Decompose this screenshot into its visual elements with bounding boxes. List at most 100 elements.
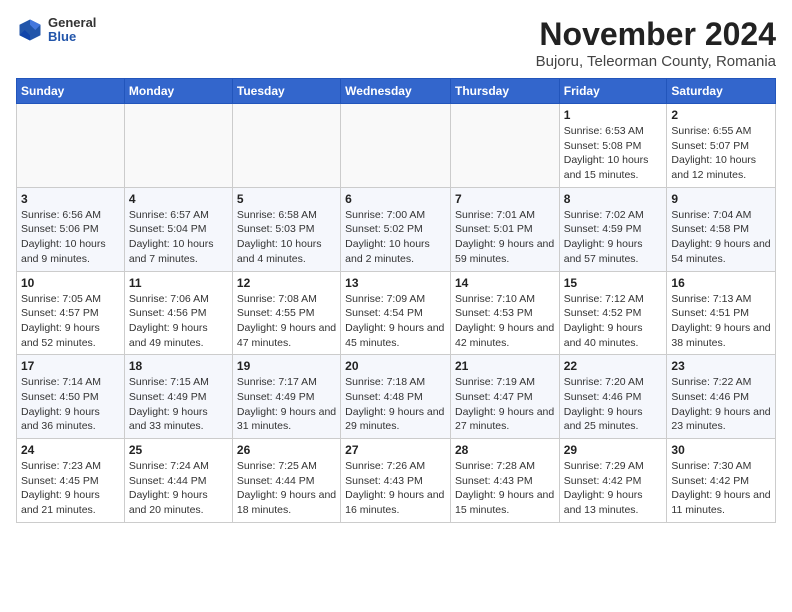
calendar-cell (450, 104, 559, 188)
calendar-cell: 6Sunrise: 7:00 AMSunset: 5:02 PMDaylight… (341, 187, 451, 271)
day-number: 25 (129, 443, 228, 457)
day-info: Sunrise: 6:56 AMSunset: 5:06 PMDaylight:… (21, 208, 120, 267)
calendar-cell: 1 Sunrise: 6:53 AMSunset: 5:08 PMDaylight… (559, 104, 667, 188)
day-number: 18 (129, 359, 228, 373)
day-number: 27 (345, 443, 446, 457)
day-info: Sunrise: 7:28 AMSunset: 4:43 PMDaylight:… (455, 459, 555, 518)
calendar-cell: 23 Sunrise: 7:22 AMSunset: 4:46 PMDayligh… (667, 355, 776, 439)
calendar-cell: 30 Sunrise: 7:30 AMSunset: 4:42 PMDayligh… (667, 439, 776, 523)
day-number: 5 (237, 192, 336, 206)
weekday-header-wednesday: Wednesday (341, 79, 451, 104)
day-info: Sunrise: 6:58 AMSunset: 5:03 PMDaylight:… (237, 208, 336, 267)
calendar-cell: 15 Sunrise: 7:12 AMSunset: 4:52 PMDayligh… (559, 271, 667, 355)
day-number: 3 (21, 192, 120, 206)
day-number: 15 (564, 276, 663, 290)
day-number: 10 (21, 276, 120, 290)
calendar-cell (124, 104, 232, 188)
day-info: Sunrise: 7:08 AMSunset: 4:55 PMDaylight:… (237, 292, 336, 351)
day-info: Sunrise: 7:23 AMSunset: 4:45 PMDaylight:… (21, 459, 120, 518)
day-info: Sunrise: 7:26 AMSunset: 4:43 PMDaylight:… (345, 459, 446, 518)
day-number: 4 (129, 192, 228, 206)
day-number: 28 (455, 443, 555, 457)
day-number: 30 (671, 443, 771, 457)
day-number: 20 (345, 359, 446, 373)
day-number: 16 (671, 276, 771, 290)
day-info: Sunrise: 6:57 AMSunset: 5:04 PMDaylight:… (129, 208, 228, 267)
day-info: Sunrise: 7:17 AMSunset: 4:49 PMDaylight:… (237, 375, 336, 434)
calendar-cell: 10 Sunrise: 7:05 AMSunset: 4:57 PMDayligh… (17, 271, 125, 355)
calendar-cell: 22Sunrise: 7:20 AMSunset: 4:46 PMDayligh… (559, 355, 667, 439)
weekday-header-monday: Monday (124, 79, 232, 104)
day-info: Sunrise: 7:18 AMSunset: 4:48 PMDaylight:… (345, 375, 446, 434)
day-number: 1 (564, 108, 663, 122)
day-info: Sunrise: 7:05 AMSunset: 4:57 PMDaylight:… (21, 292, 120, 351)
day-info: Sunrise: 7:24 AMSunset: 4:44 PMDaylight:… (129, 459, 228, 518)
day-number: 21 (455, 359, 555, 373)
weekday-header-row: SundayMondayTuesdayWednesdayThursdayFrid… (17, 79, 776, 104)
page-header: General Blue November 2024 Bujoru, Teleo… (16, 16, 776, 70)
calendar-week-5: 24 Sunrise: 7:23 AMSunset: 4:45 PMDayligh… (17, 439, 776, 523)
calendar-header: SundayMondayTuesdayWednesdayThursdayFrid… (17, 79, 776, 104)
day-info: Sunrise: 7:01 AMSunset: 5:01 PMDaylight:… (455, 208, 555, 267)
calendar-week-2: 3 Sunrise: 6:56 AMSunset: 5:06 PMDaylight… (17, 187, 776, 271)
day-number: 12 (237, 276, 336, 290)
calendar-cell: 21 Sunrise: 7:19 AMSunset: 4:47 PMDayligh… (450, 355, 559, 439)
logo-text: General Blue (48, 16, 96, 45)
day-number: 29 (564, 443, 663, 457)
calendar-week-4: 17Sunrise: 7:14 AMSunset: 4:50 PMDayligh… (17, 355, 776, 439)
day-info: Sunrise: 7:15 AMSunset: 4:49 PMDaylight:… (129, 375, 228, 434)
day-info: Sunrise: 7:25 AMSunset: 4:44 PMDaylight:… (237, 459, 336, 518)
calendar-cell: 26 Sunrise: 7:25 AMSunset: 4:44 PMDayligh… (232, 439, 340, 523)
page-title: November 2024 (536, 16, 776, 53)
day-info: Sunrise: 7:22 AMSunset: 4:46 PMDaylight:… (671, 375, 771, 434)
logo-icon (16, 16, 44, 44)
calendar-week-1: 1 Sunrise: 6:53 AMSunset: 5:08 PMDaylight… (17, 104, 776, 188)
logo-general: General (48, 16, 96, 30)
day-info: Sunrise: 7:19 AMSunset: 4:47 PMDaylight:… (455, 375, 555, 434)
weekday-header-saturday: Saturday (667, 79, 776, 104)
day-number: 17 (21, 359, 120, 373)
day-number: 23 (671, 359, 771, 373)
calendar-cell: 25 Sunrise: 7:24 AMSunset: 4:44 PMDayligh… (124, 439, 232, 523)
day-info: Sunrise: 7:12 AMSunset: 4:52 PMDaylight:… (564, 292, 663, 351)
day-number: 24 (21, 443, 120, 457)
day-info: Sunrise: 7:30 AMSunset: 4:42 PMDaylight:… (671, 459, 771, 518)
calendar-cell: 16 Sunrise: 7:13 AMSunset: 4:51 PMDayligh… (667, 271, 776, 355)
logo: General Blue (16, 16, 96, 45)
calendar-week-3: 10 Sunrise: 7:05 AMSunset: 4:57 PMDayligh… (17, 271, 776, 355)
day-number: 19 (237, 359, 336, 373)
calendar-cell: 17Sunrise: 7:14 AMSunset: 4:50 PMDayligh… (17, 355, 125, 439)
day-info: Sunrise: 7:29 AMSunset: 4:42 PMDaylight:… (564, 459, 663, 518)
day-number: 7 (455, 192, 555, 206)
calendar-body: 1 Sunrise: 6:53 AMSunset: 5:08 PMDaylight… (17, 104, 776, 523)
calendar-cell: 12 Sunrise: 7:08 AMSunset: 4:55 PMDayligh… (232, 271, 340, 355)
calendar-cell: 14Sunrise: 7:10 AMSunset: 4:53 PMDayligh… (450, 271, 559, 355)
page-subtitle: Bujoru, Teleorman County, Romania (536, 53, 776, 70)
weekday-header-sunday: Sunday (17, 79, 125, 104)
calendar-cell: 29 Sunrise: 7:29 AMSunset: 4:42 PMDayligh… (559, 439, 667, 523)
calendar-cell: 4 Sunrise: 6:57 AMSunset: 5:04 PMDaylight… (124, 187, 232, 271)
calendar-cell (17, 104, 125, 188)
day-number: 11 (129, 276, 228, 290)
logo-blue: Blue (48, 30, 96, 44)
day-info: Sunrise: 7:20 AMSunset: 4:46 PMDaylight:… (564, 375, 663, 434)
weekday-header-friday: Friday (559, 79, 667, 104)
calendar-cell: 9Sunrise: 7:04 AMSunset: 4:58 PMDaylight… (667, 187, 776, 271)
day-info: Sunrise: 7:00 AMSunset: 5:02 PMDaylight:… (345, 208, 446, 267)
day-number: 26 (237, 443, 336, 457)
calendar-cell: 28 Sunrise: 7:28 AMSunset: 4:43 PMDayligh… (450, 439, 559, 523)
day-info: Sunrise: 7:13 AMSunset: 4:51 PMDaylight:… (671, 292, 771, 351)
day-info: Sunrise: 6:53 AMSunset: 5:08 PMDaylight:… (564, 124, 663, 183)
calendar-cell: 24 Sunrise: 7:23 AMSunset: 4:45 PMDayligh… (17, 439, 125, 523)
calendar-cell: 7 Sunrise: 7:01 AMSunset: 5:01 PMDaylight… (450, 187, 559, 271)
calendar-cell (232, 104, 340, 188)
weekday-header-tuesday: Tuesday (232, 79, 340, 104)
title-block: November 2024 Bujoru, Teleorman County, … (536, 16, 776, 70)
calendar-cell: 27 Sunrise: 7:26 AMSunset: 4:43 PMDayligh… (341, 439, 451, 523)
day-info: Sunrise: 7:02 AMSunset: 4:59 PMDaylight:… (564, 208, 663, 267)
calendar-cell: 3 Sunrise: 6:56 AMSunset: 5:06 PMDaylight… (17, 187, 125, 271)
calendar-cell: 8Sunrise: 7:02 AMSunset: 4:59 PMDaylight… (559, 187, 667, 271)
calendar-cell: 11Sunrise: 7:06 AMSunset: 4:56 PMDayligh… (124, 271, 232, 355)
calendar-cell: 13Sunrise: 7:09 AMSunset: 4:54 PMDayligh… (341, 271, 451, 355)
day-number: 14 (455, 276, 555, 290)
